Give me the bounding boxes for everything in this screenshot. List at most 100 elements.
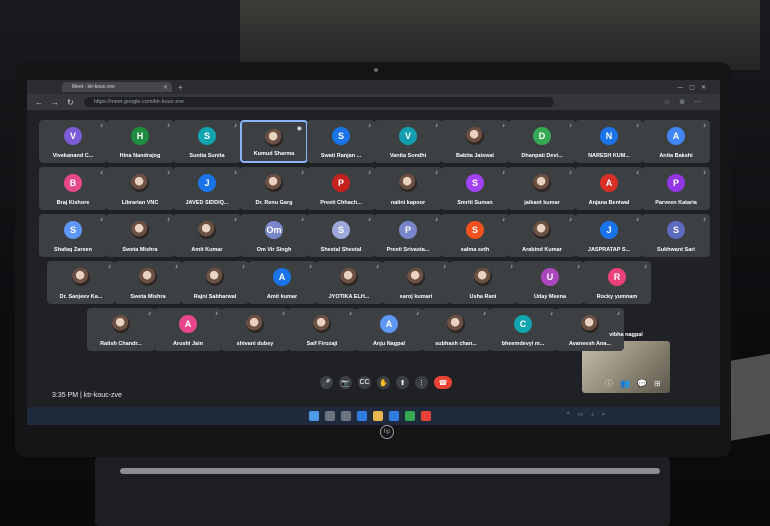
- participant-tile[interactable]: ♪ Arabind Kumar: [508, 214, 576, 257]
- participant-tile[interactable]: C ♪ bheemdevyi m...: [489, 308, 557, 351]
- participant-name: subhash chan...: [435, 341, 477, 347]
- participant-avatar: S: [64, 221, 82, 239]
- participant-tile[interactable]: ♪ Ratish Chandr...: [87, 308, 155, 351]
- participant-tile[interactable]: Om ♪ Om Vir Singh: [240, 214, 308, 257]
- participant-tile[interactable]: V ♪ Vanita Sondhi: [374, 120, 442, 163]
- system-tray[interactable]: ^ ▭ ♪ ⌁: [567, 411, 608, 418]
- participant-tile[interactable]: H ♪ Hina Nandrajog: [106, 120, 174, 163]
- participant-name: Vivekanand C...: [52, 153, 94, 159]
- store-icon[interactable]: [389, 411, 399, 421]
- mic-off-icon: ♪: [301, 170, 304, 176]
- app-icon[interactable]: [421, 411, 431, 421]
- folder-icon[interactable]: [373, 411, 383, 421]
- participant-tile[interactable]: A ♪ Anjana Beniwal: [575, 167, 643, 210]
- participant-tile[interactable]: ♪ shivani dubey: [221, 308, 289, 351]
- participant-name: JYOTIKA ELH...: [328, 294, 370, 300]
- participant-name: Babita Jaiswal: [456, 153, 494, 159]
- chat-icon[interactable]: 💬: [637, 379, 654, 388]
- participant-name: Anju Nagpal: [372, 341, 406, 347]
- participant-tile[interactable]: B ♪ Braj Kishore: [39, 167, 107, 210]
- more-options-button[interactable]: ⋮: [415, 376, 428, 389]
- participant-tile[interactable]: ♪ JYOTIKA ELH...: [315, 261, 383, 304]
- participant-tile[interactable]: ♪ Usha Rani: [449, 261, 517, 304]
- participant-tile[interactable]: ◉ Kumud Sharma: [240, 120, 308, 163]
- participant-tile[interactable]: A ♪ Anju Nagpal: [355, 308, 423, 351]
- start-icon[interactable]: [309, 411, 319, 421]
- participant-tile[interactable]: ♪ Librarian VNC: [106, 167, 174, 210]
- participant-tile[interactable]: ♪ saroj kumari: [382, 261, 450, 304]
- participant-tile[interactable]: P ♪ Parveen Kataria: [642, 167, 710, 210]
- mic-off-icon: ♪: [569, 217, 572, 223]
- mic-off-icon: ♪: [502, 170, 505, 176]
- participant-avatar: V: [399, 127, 417, 145]
- close-icon[interactable]: ✕: [163, 84, 168, 91]
- participant-tile[interactable]: V ♪ Vivekanand C...: [39, 120, 107, 163]
- participant-tile[interactable]: A ♪ Anita Bakshi: [642, 120, 710, 163]
- participant-tile[interactable]: R ♪ Rocky yumnam: [583, 261, 651, 304]
- participant-tile[interactable]: S ♪ salma seth: [441, 214, 509, 257]
- meet-side-controls[interactable]: ⓘ👥💬⊞: [605, 378, 668, 389]
- participant-avatar: P: [667, 174, 685, 192]
- forward-icon[interactable]: →: [51, 98, 59, 107]
- participant-tile[interactable]: ♪ Babita Jaiswal: [441, 120, 509, 163]
- participant-name: Om Vir Singh: [256, 247, 292, 253]
- search-icon[interactable]: [325, 411, 335, 421]
- participant-tile[interactable]: S ♪ Smriti Suman: [441, 167, 509, 210]
- raise-hand-button[interactable]: ✋: [377, 376, 390, 389]
- present-button[interactable]: ⬆: [396, 376, 409, 389]
- participant-name: Uday Meena: [533, 294, 567, 300]
- participant-photo: [533, 174, 551, 192]
- participant-tile[interactable]: ♪ Dr. Sanjeev Ka...: [47, 261, 115, 304]
- participant-tile[interactable]: U ♪ Uday Meena: [516, 261, 584, 304]
- mic-off-icon: ♪: [636, 170, 639, 176]
- participant-photo: [131, 174, 149, 192]
- participant-name: Amit kumar: [266, 294, 298, 300]
- participant-tile[interactable]: ♪ jaikant kumar: [508, 167, 576, 210]
- mic-button[interactable]: 🎤: [320, 376, 333, 389]
- participant-tile[interactable]: P ♪ Preeti Srivasta...: [374, 214, 442, 257]
- participant-tile[interactable]: ♪ Sweta Mishra: [114, 261, 182, 304]
- participant-tile[interactable]: J ♪ JASPRATAP S...: [575, 214, 643, 257]
- participant-tile[interactable]: J ♪ JAVED SIDDIQ...: [173, 167, 241, 210]
- back-icon[interactable]: ←: [35, 98, 43, 107]
- new-tab-icon[interactable]: +: [178, 83, 183, 92]
- tab-title: Meet - ktr-kouc-zve: [72, 84, 115, 90]
- participant-tile[interactable]: ♪ Saif Firozaji: [288, 308, 356, 351]
- browser-tab[interactable]: Meet - ktr-kouc-zve ✕: [62, 82, 172, 92]
- participant-tile[interactable]: D ♪ Dhanpati Devi...: [508, 120, 576, 163]
- participant-tile[interactable]: S ♪ Sukhwant Sari: [642, 214, 710, 257]
- participant-tile[interactable]: P ♪ Preeti Chhach...: [307, 167, 375, 210]
- participant-tile[interactable]: ♪ nalini kapoor: [374, 167, 442, 210]
- info-icon[interactable]: ⓘ: [605, 379, 620, 388]
- participant-photo: [447, 315, 465, 333]
- participant-tile[interactable]: A ♪ Arushi Jain: [154, 308, 222, 351]
- captions-button[interactable]: CC: [358, 376, 371, 389]
- participant-name: Anjana Beniwal: [588, 200, 630, 206]
- toolbar-icons[interactable]: ☆⊕⋯: [664, 98, 710, 106]
- people-icon[interactable]: 👥: [620, 379, 637, 388]
- participant-tile[interactable]: N ♪ NARESH KUM...: [575, 120, 643, 163]
- participant-tile[interactable]: S ♪ Sheetal Sheetal: [307, 214, 375, 257]
- activities-icon[interactable]: ⊞: [654, 379, 668, 388]
- participant-tile[interactable]: S ♪ Sunita Sunita: [173, 120, 241, 163]
- end-call-button[interactable]: ☎: [434, 376, 452, 389]
- participant-name: Smriti Suman: [457, 200, 493, 206]
- participant-tile[interactable]: A ♪ Amit kumar: [248, 261, 316, 304]
- participant-tile[interactable]: S ♪ Swati Ranjan ...: [307, 120, 375, 163]
- participant-tile[interactable]: S ♪ Shafaq Zareen: [39, 214, 107, 257]
- mic-off-icon: ♪: [703, 170, 706, 176]
- participant-tile[interactable]: ♪ subhash chan...: [422, 308, 490, 351]
- task-view-icon[interactable]: [341, 411, 351, 421]
- window-controls[interactable]: —▢✕: [677, 84, 712, 91]
- participant-photo: [474, 268, 492, 286]
- edge-icon[interactable]: [357, 411, 367, 421]
- participant-name: Kumud Sharma: [253, 151, 295, 157]
- camera-button[interactable]: 📷: [339, 376, 352, 389]
- participant-tile[interactable]: ♪ Amit Kumar: [173, 214, 241, 257]
- participant-tile[interactable]: ♪ Dr. Renu Garg: [240, 167, 308, 210]
- chrome-icon[interactable]: [405, 411, 415, 421]
- url-input[interactable]: https://meet.google.com/ktr-kouc-zve: [83, 97, 554, 107]
- participant-tile[interactable]: ♪ Rajni Sabharwal: [181, 261, 249, 304]
- reload-icon[interactable]: ↻: [67, 98, 74, 107]
- participant-tile[interactable]: ♪ Sweta Mishra: [106, 214, 174, 257]
